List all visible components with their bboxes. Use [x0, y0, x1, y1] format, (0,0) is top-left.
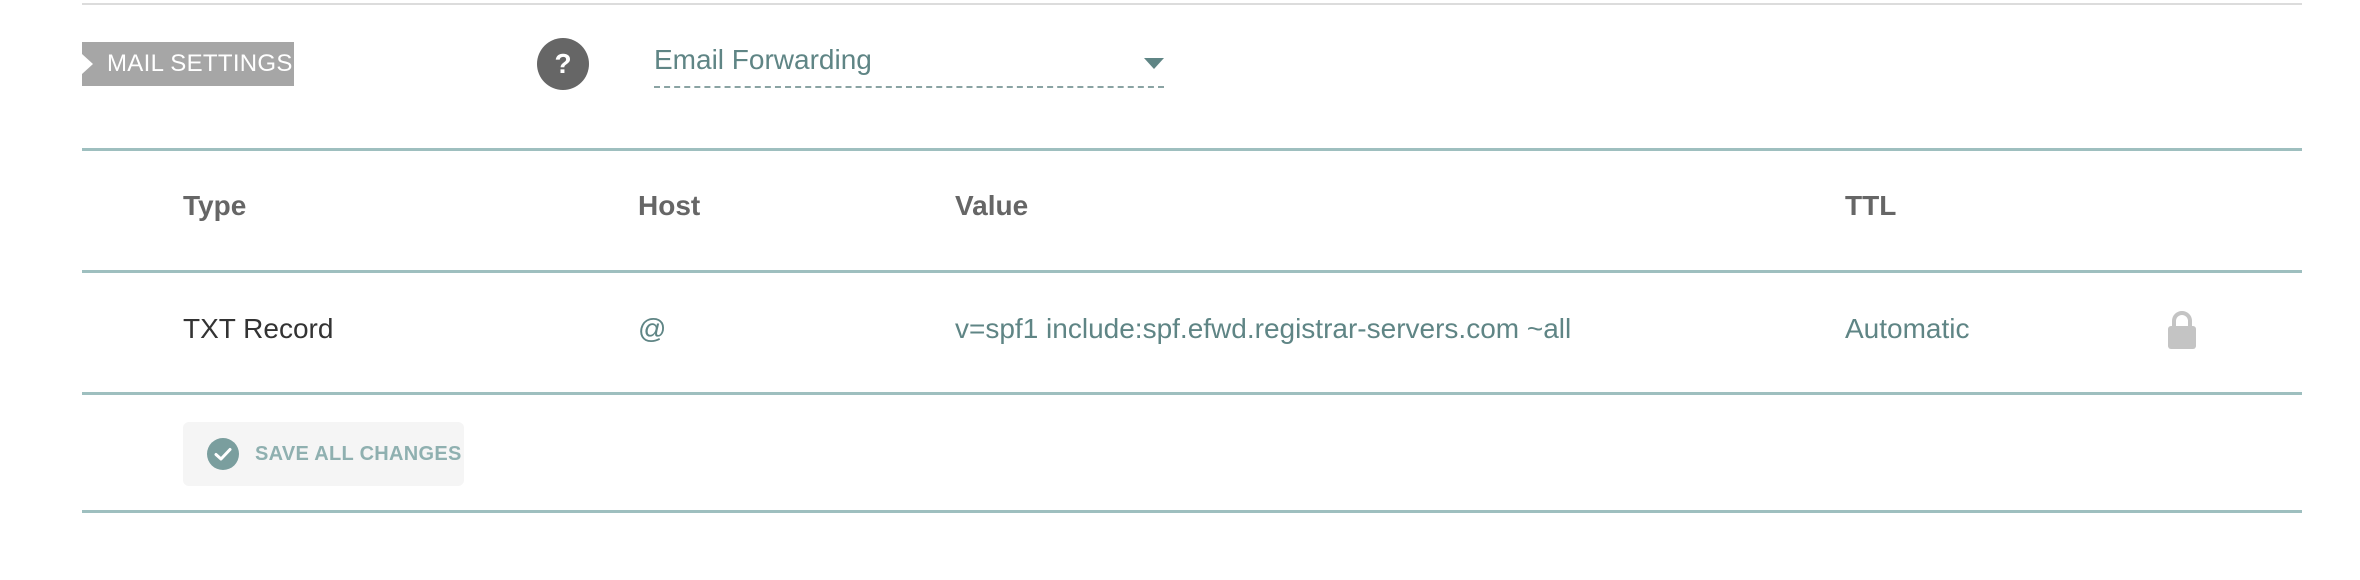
- top-divider: [82, 3, 2302, 5]
- column-header-value: Value: [955, 190, 1029, 221]
- lock-icon: [2168, 311, 2196, 349]
- record-type-cell: TXT Record: [183, 313, 334, 344]
- check-circle-icon: [207, 438, 239, 470]
- header-divider: [82, 270, 2302, 273]
- help-icon[interactable]: ?: [537, 38, 589, 90]
- mail-settings-tag: MAIL SETTINGS: [82, 42, 294, 86]
- save-all-changes-button[interactable]: SAVE ALL CHANGES: [183, 422, 464, 486]
- bottom-divider: [82, 510, 2302, 513]
- column-header-type: Type: [183, 190, 247, 221]
- save-all-changes-label: SAVE ALL CHANGES: [255, 443, 462, 465]
- column-header-ttl: TTL: [1845, 190, 1897, 221]
- mail-settings-select[interactable]: Email Forwarding: [654, 40, 1164, 88]
- record-host-cell: @: [638, 313, 667, 344]
- column-header-host: Host: [638, 190, 701, 221]
- row-divider: [82, 392, 2302, 395]
- dns-records-panel: MAIL SETTINGS ? Email Forwarding Type Ho…: [0, 0, 2360, 580]
- table-top-divider: [82, 148, 2302, 151]
- mail-settings-select-value: Email Forwarding: [654, 44, 872, 75]
- record-value-cell: v=spf1 include:spf.efwd.registrar-server…: [955, 313, 1572, 344]
- chevron-down-icon: [1144, 58, 1164, 69]
- record-ttl-cell: Automatic: [1845, 313, 1970, 344]
- mail-settings-label: MAIL SETTINGS: [107, 50, 293, 77]
